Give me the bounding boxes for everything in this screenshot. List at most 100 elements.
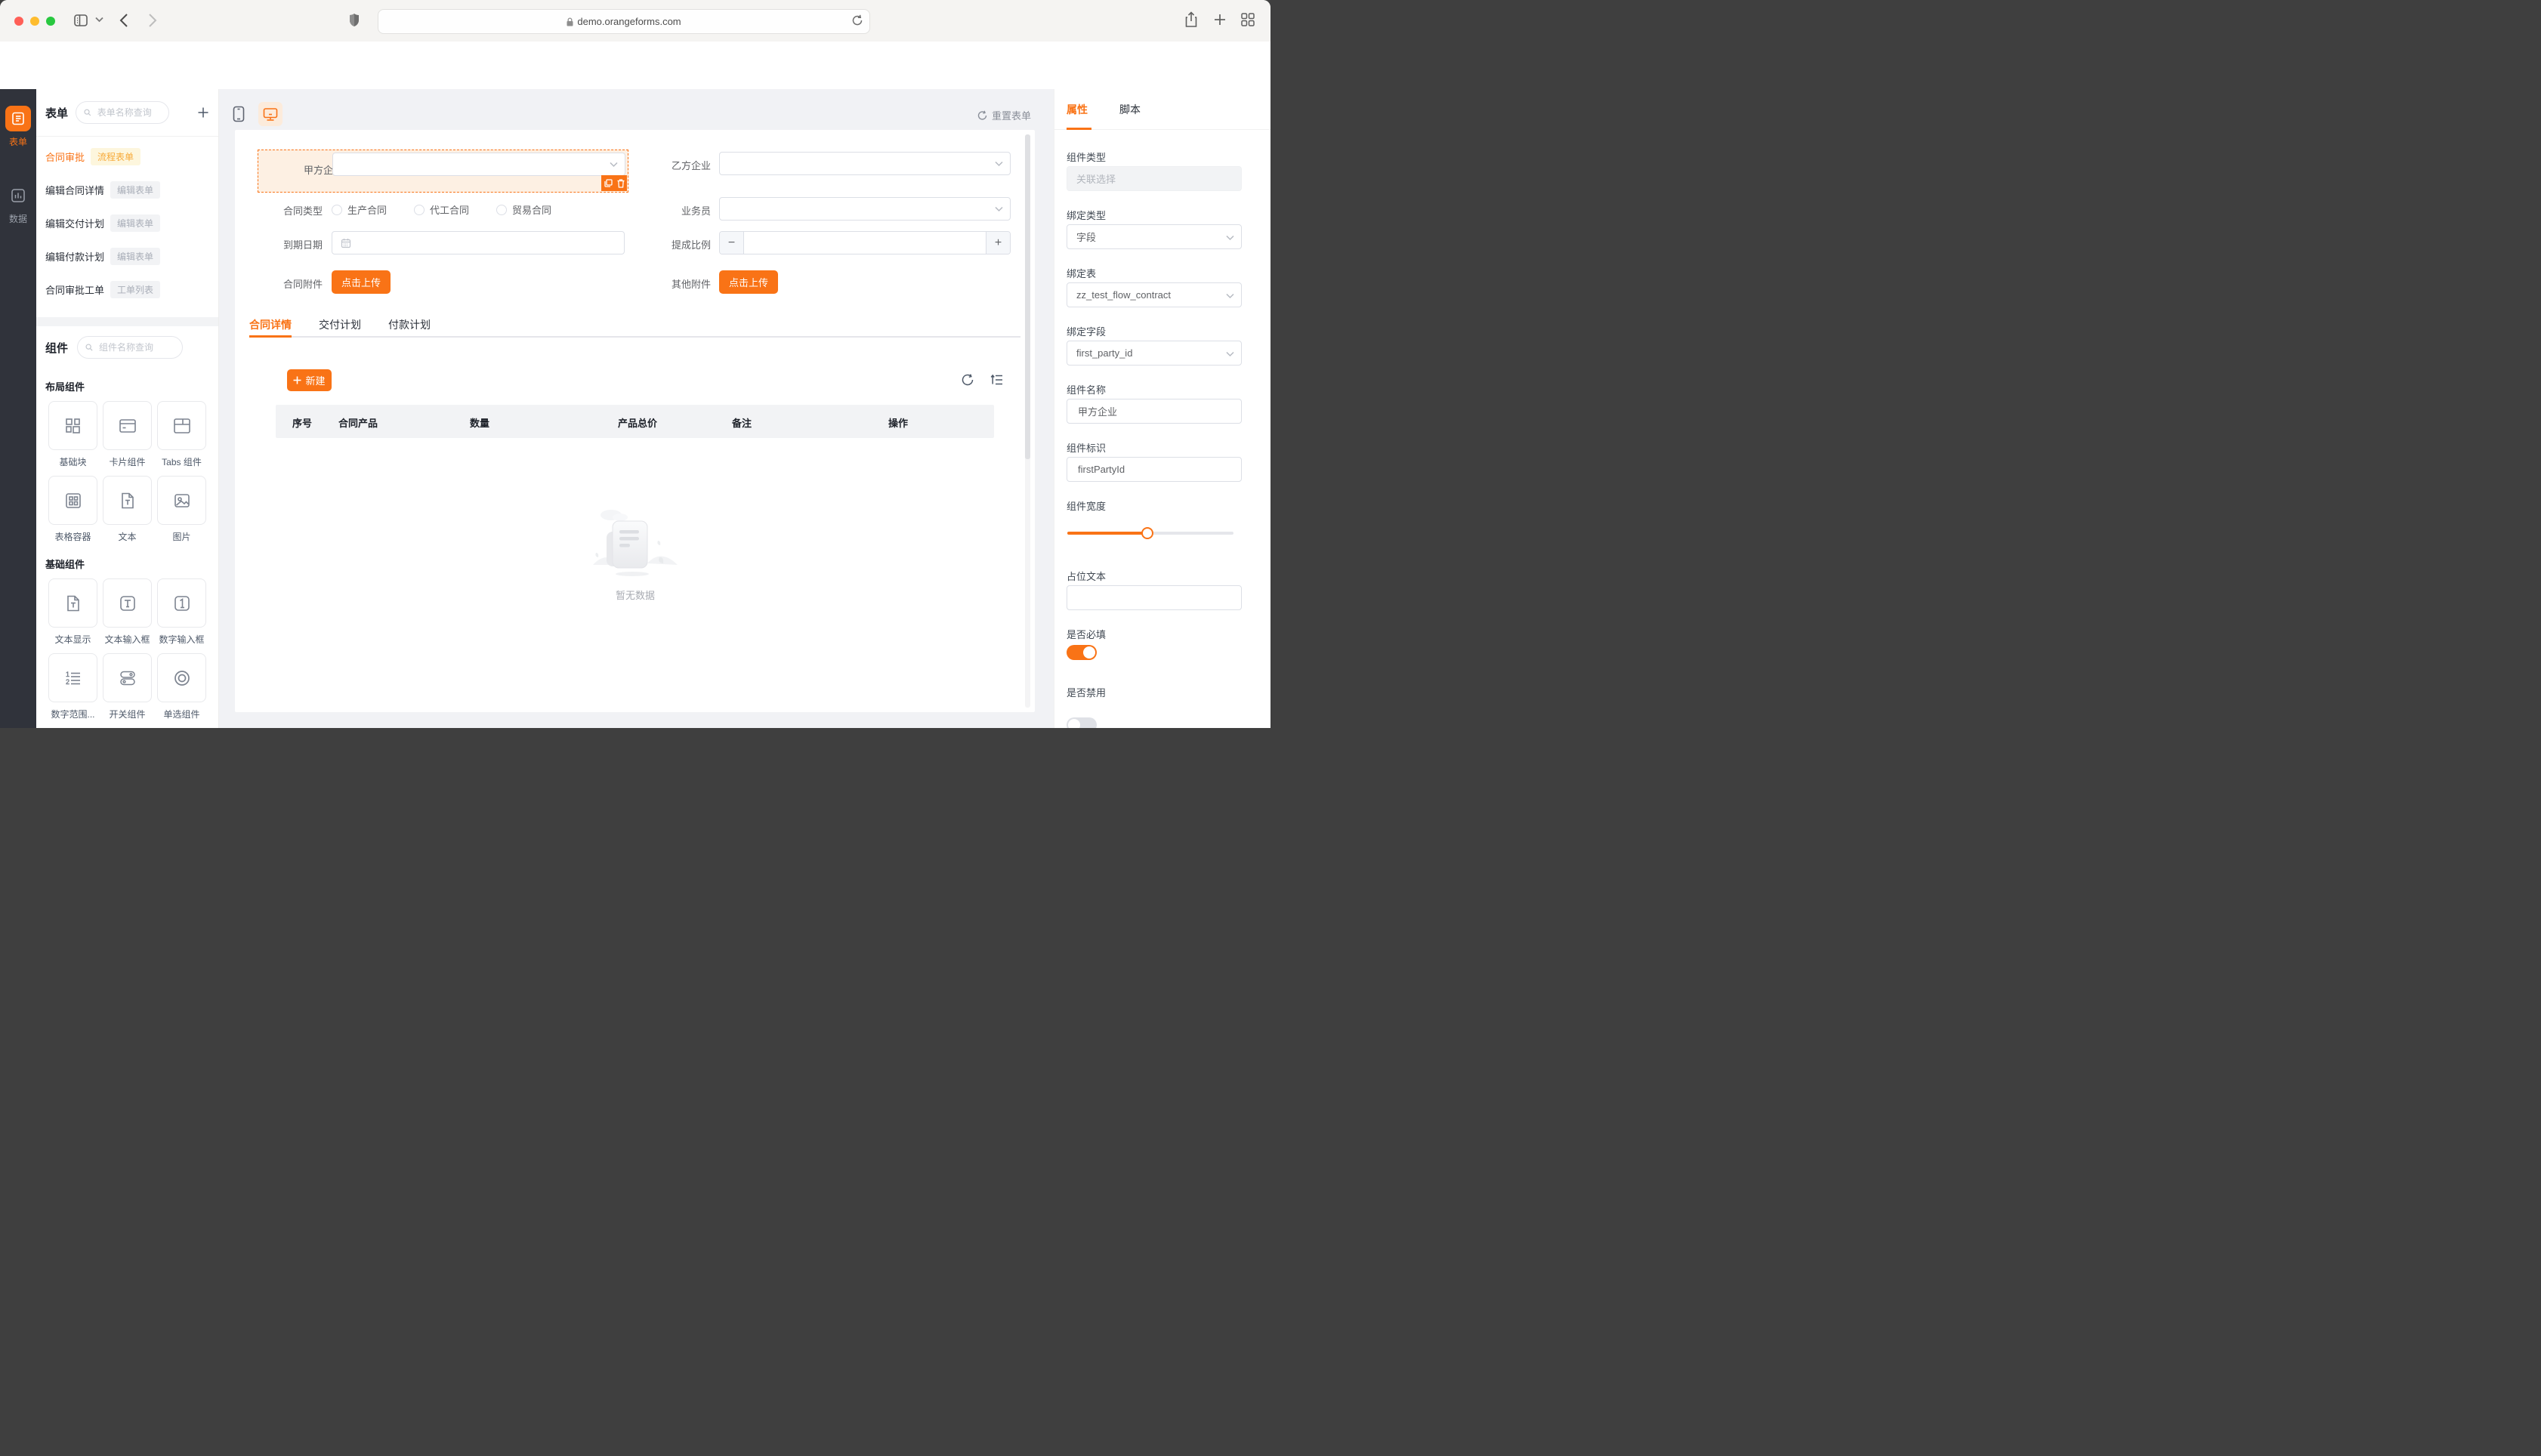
salesman-select[interactable]	[719, 197, 1011, 221]
form-canvas[interactable]: 甲方企业 乙方企业 合同类型 生产合同 代工合同 贸易合同 业务员 到期日期 提…	[235, 130, 1035, 712]
field-label: 合同类型	[283, 205, 323, 217]
other-upload-button[interactable]: 点击上传	[719, 270, 779, 294]
stepper-minus-button[interactable]: −	[720, 232, 744, 254]
privacy-shield-icon[interactable]	[349, 13, 360, 27]
form-list-item[interactable]: 合同审批工单 工单列表	[36, 273, 218, 306]
due-date-input[interactable]	[332, 231, 625, 254]
bind-field-select[interactable]: first_party_id	[1067, 341, 1242, 366]
column-sort-icon[interactable]	[990, 373, 1004, 387]
component-search-input[interactable]	[77, 336, 184, 359]
ptab-active-underline	[1067, 128, 1091, 130]
number-range-icon: 12	[65, 670, 80, 686]
add-form-icon[interactable]	[197, 106, 209, 119]
col-actions: 操作	[888, 418, 909, 429]
tab-overview-icon[interactable]	[1240, 12, 1255, 27]
reset-form-button[interactable]: 重置表单	[977, 108, 1031, 122]
radio-option[interactable]: 贸易合同	[496, 202, 551, 217]
canvas-scrollbar-thumb[interactable]	[1025, 134, 1030, 459]
component-card[interactable]	[103, 401, 152, 450]
slider-handle[interactable]	[1141, 527, 1153, 539]
radio-option[interactable]: 生产合同	[332, 202, 387, 217]
component-image[interactable]	[157, 476, 206, 525]
chevron-down-icon	[1226, 351, 1234, 357]
minimize-window-button[interactable]	[30, 17, 39, 26]
component-number-range[interactable]: 12	[48, 653, 97, 702]
tab-delivery-plan[interactable]: 交付计划	[319, 317, 361, 332]
reload-icon[interactable]	[852, 14, 863, 26]
radio-icon	[174, 670, 190, 686]
forward-icon[interactable]	[148, 13, 157, 28]
contract-upload-button[interactable]: 点击上传	[332, 270, 391, 294]
close-window-button[interactable]	[14, 17, 23, 26]
share-icon[interactable]	[1184, 11, 1198, 28]
tab-contract-detail[interactable]: 合同详情	[249, 317, 292, 332]
mobile-preview-button[interactable]	[227, 102, 251, 126]
form-list-item[interactable]: 编辑付款计划 编辑表单	[36, 239, 218, 273]
tab-payment-plan[interactable]: 付款计划	[388, 317, 431, 332]
prop-label-disabled: 是否禁用	[1067, 687, 1107, 699]
delete-widget-icon[interactable]	[617, 178, 625, 188]
svg-text:1: 1	[66, 671, 69, 678]
required-toggle[interactable]	[1067, 645, 1097, 660]
component-id-input[interactable]	[1067, 457, 1242, 482]
new-row-button[interactable]: 新建	[287, 369, 332, 391]
form-list-item[interactable]: 合同审批 流程表单	[36, 140, 218, 173]
prop-label-component-id: 组件标识	[1067, 443, 1107, 454]
component-text[interactable]	[103, 476, 152, 525]
sidenav-item-data[interactable]: 数据	[0, 183, 36, 225]
form-type-badge: 流程表单	[91, 147, 141, 165]
component-text-display[interactable]	[48, 578, 97, 628]
desktop-preview-button[interactable]	[258, 102, 283, 126]
zoom-window-button[interactable]	[46, 17, 55, 26]
chevron-down-icon	[1226, 235, 1234, 241]
detail-tab-bar: 合同详情 交付计划 付款计划	[249, 317, 431, 332]
address-bar[interactable]: demo.orangeforms.com	[378, 9, 870, 34]
component-switch[interactable]	[103, 653, 152, 702]
first-party-select[interactable]	[332, 153, 625, 176]
copy-widget-icon[interactable]	[604, 179, 613, 187]
stepper-plus-button[interactable]: +	[986, 232, 1010, 254]
selected-widget-first-party[interactable]: 甲方企业	[258, 150, 628, 193]
left-panel: 表单 合同审批 流程表单 编辑合同详情 编辑表单 编辑交付计划 编辑表单	[36, 89, 219, 728]
second-party-select[interactable]	[719, 152, 1011, 175]
component-tabs[interactable]	[157, 401, 206, 450]
disabled-toggle[interactable]	[1067, 717, 1097, 728]
device-toolbar: 重置表单	[219, 98, 1054, 130]
bind-type-select[interactable]: 字段	[1067, 224, 1242, 249]
back-icon[interactable]	[119, 13, 128, 28]
component-text-input[interactable]	[103, 578, 152, 628]
component-radio[interactable]	[157, 653, 206, 702]
form-list-item[interactable]: 编辑合同详情 编辑表单	[36, 173, 218, 206]
radio-option[interactable]: 代工合同	[414, 202, 469, 217]
component-basic-block[interactable]	[48, 401, 97, 450]
number-input-icon	[174, 595, 190, 611]
new-tab-icon[interactable]	[1213, 13, 1227, 26]
component-table-container[interactable]	[48, 476, 97, 525]
width-slider[interactable]	[1067, 527, 1233, 539]
product-table-header: 序号 合同产品 数量 产品总价 备注 操作	[276, 405, 994, 438]
component-number-input[interactable]	[157, 578, 206, 628]
sidebar-toggle-icon[interactable]	[73, 12, 89, 29]
radio-circle-icon	[332, 204, 342, 215]
tab-script[interactable]: 脚本	[1119, 102, 1141, 117]
placeholder-text-input[interactable]	[1067, 585, 1242, 610]
commission-input[interactable]: − +	[719, 231, 1011, 254]
field-label: 到期日期	[283, 239, 323, 251]
bind-table-select[interactable]: zz_test_flow_contract	[1067, 282, 1242, 307]
tab-properties[interactable]: 属性	[1067, 102, 1088, 117]
component-name-input[interactable]	[1067, 399, 1242, 424]
plus-icon	[293, 376, 301, 384]
phone-icon	[233, 106, 245, 122]
prop-label-bind-type: 绑定类型	[1067, 210, 1107, 221]
sidebar-chevron-icon[interactable]	[95, 17, 103, 23]
col-quantity: 数量	[470, 418, 490, 429]
sidenav-item-forms[interactable]: 表单	[0, 106, 36, 148]
refresh-table-icon[interactable]	[962, 373, 974, 387]
form-list-item[interactable]: 编辑交付计划 编辑表单	[36, 206, 218, 239]
col-remark: 备注	[732, 418, 752, 429]
text-input-icon	[119, 595, 135, 611]
form-search-input[interactable]	[76, 101, 170, 124]
component-group-label: 基础组件	[45, 559, 85, 570]
switch-icon	[119, 671, 135, 685]
form-type-badge: 编辑表单	[110, 214, 161, 232]
